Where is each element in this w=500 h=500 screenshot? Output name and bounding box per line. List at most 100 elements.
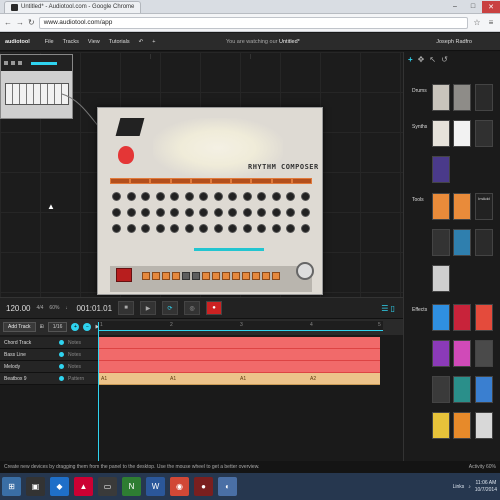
track-record-icon[interactable] [59,364,64,369]
snap-icon[interactable]: ⊞ [40,324,44,330]
knob[interactable] [271,208,281,217]
add-device-icon[interactable]: + [408,55,413,64]
device-volume-slider[interactable] [31,61,57,65]
step-button[interactable] [202,272,210,280]
device-tile-effect-6[interactable] [475,340,493,367]
knob[interactable] [199,208,209,217]
device-tile-effect-10[interactable] [432,412,450,439]
word-icon[interactable]: W [146,477,165,496]
notes-region[interactable] [98,361,380,373]
taskbar-app-icon[interactable]: ● [194,477,213,496]
desktop-canvas[interactable]: | | RHYTHM COMPOSER ▲ [0,52,403,297]
menu-file[interactable]: File [45,39,54,45]
device-tile-tool-5[interactable] [453,229,471,256]
device-power-icon[interactable] [4,61,8,65]
undo-icon[interactable]: ↶ [139,39,144,45]
add-track-button[interactable]: Add Track [3,322,36,332]
menu-view[interactable]: View [88,39,100,45]
knob[interactable] [257,192,267,201]
zoom-in-icon[interactable]: + [71,323,80,331]
device-tile-effect-8[interactable] [453,376,471,403]
knob[interactable] [141,208,151,217]
knob[interactable] [242,224,252,233]
knob[interactable] [300,192,310,201]
knob[interactable] [112,192,121,201]
device-tile-synth-3[interactable] [475,120,493,147]
chrome-menu-icon[interactable]: ≡ [486,18,496,27]
knob[interactable] [228,208,238,217]
knob[interactable] [184,192,194,201]
device-tile-effect-9[interactable] [475,376,493,403]
device-tile-effect-1[interactable] [432,304,450,331]
mixer-icon[interactable]: ☰ ▯ [381,304,395,313]
taskbar-app-icon[interactable]: N [122,477,141,496]
knob[interactable] [199,192,209,201]
knob[interactable] [271,192,281,201]
loop-button[interactable]: ⟳ [162,301,179,315]
device-tile-effect-11[interactable] [453,412,471,439]
zoom-out-icon[interactable]: − [83,323,92,331]
select-tool-icon[interactable]: ✥ [418,55,425,64]
knob[interactable] [286,192,296,201]
step-button[interactable] [142,272,150,280]
maximize-icon[interactable]: □ [464,1,482,13]
knob[interactable] [257,208,267,217]
knob[interactable] [271,224,281,233]
device-tile-effect-5[interactable] [453,340,471,367]
device-tile-synth-2[interactable] [453,120,471,147]
knob[interactable] [228,224,238,233]
start-button-icon[interactable]: ⊞ [2,477,21,496]
device-tile-synth-4[interactable] [432,156,450,183]
swing-value[interactable]: 60% [49,305,59,311]
device-tile-effect-4[interactable] [432,340,450,367]
knob[interactable] [184,224,194,233]
volume-knob[interactable] [296,262,314,280]
device-mute-icon[interactable] [11,61,15,65]
knob[interactable] [155,192,165,201]
device-headphone-icon[interactable] [18,61,22,65]
device-tile-tool-3[interactable]: ImAdd [475,193,493,220]
device-tile-tool-6[interactable] [475,229,493,256]
timeline-ruler[interactable]: 1 2 3 4 5 [98,321,383,331]
knob[interactable] [170,224,180,233]
time-signature[interactable]: 4/4 [36,305,43,311]
step-button[interactable] [212,272,220,280]
back-arrow-icon[interactable]: ← [4,18,12,27]
links-toolbar[interactable]: Links [453,484,465,490]
star-icon[interactable]: ☆ [472,18,482,27]
knob[interactable] [257,224,267,233]
knob[interactable] [300,224,310,233]
knob[interactable] [126,224,136,233]
knob[interactable] [199,224,209,233]
step-button[interactable] [272,272,280,280]
dropbox-icon[interactable]: ◆ [50,477,69,496]
system-clock[interactable]: 11:06 AM 10/7/2014 [475,480,497,494]
step-button[interactable] [152,272,160,280]
device-tile-tool-1[interactable] [432,193,450,220]
device-tile-drum-3[interactable] [475,84,493,111]
track-header[interactable]: Melody Notes [0,361,98,373]
knob[interactable] [112,208,121,217]
audiotool-logo[interactable]: audiotool [5,39,30,45]
knob[interactable] [170,192,180,201]
rhythm-composer-device[interactable]: RHYTHM COMPOSER [97,107,323,295]
step-button[interactable] [182,272,190,280]
playhead-line[interactable] [98,322,99,462]
knob[interactable] [242,192,252,201]
folder-icon[interactable]: ▭ [98,477,117,496]
track-record-icon[interactable] [59,376,64,381]
stop-button[interactable]: ■ [118,301,135,315]
taskbar-app-icon[interactable]: ▣ [26,477,45,496]
device-tile-synth-1[interactable] [432,120,450,147]
step-button[interactable] [262,272,270,280]
device-tile-effect-12[interactable] [475,412,493,439]
knob[interactable] [213,192,223,201]
notes-region[interactable] [98,349,380,361]
menu-tutorials[interactable]: Tutorials [109,39,130,45]
pointer-tool-icon[interactable]: ↖ [429,55,436,64]
reload-icon[interactable]: ↻ [28,18,35,27]
device-tile-tool-7[interactable] [432,265,450,292]
knob[interactable] [184,208,194,217]
forward-arrow-icon[interactable]: → [16,18,24,27]
knob[interactable] [300,208,310,217]
